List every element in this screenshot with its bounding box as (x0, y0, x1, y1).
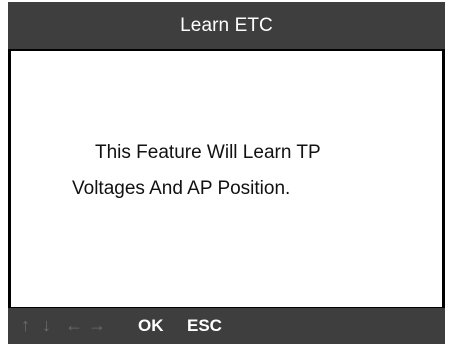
bottom-function-bar: ↑ ↓ ← → OK ESC (8, 308, 445, 344)
arrow-left-icon[interactable]: ← (65, 315, 83, 335)
arrow-down-icon[interactable]: ↓ (42, 315, 51, 335)
arrow-right-icon[interactable]: → (88, 315, 106, 335)
ok-button[interactable]: OK (138, 316, 164, 336)
esc-button[interactable]: ESC (187, 316, 222, 336)
arrow-up-icon[interactable]: ↑ (21, 315, 30, 335)
screen-title: Learn ETC (180, 14, 273, 36)
message-line-1: This Feature Will Learn TP (95, 142, 321, 163)
title-bar: Learn ETC (8, 2, 445, 49)
message-line-2: Voltages And AP Position. (72, 178, 291, 199)
message-panel: This Feature Will Learn TP Voltages And … (11, 51, 442, 307)
scanner-screen: Learn ETC This Feature Will Learn TP Vol… (8, 2, 445, 344)
